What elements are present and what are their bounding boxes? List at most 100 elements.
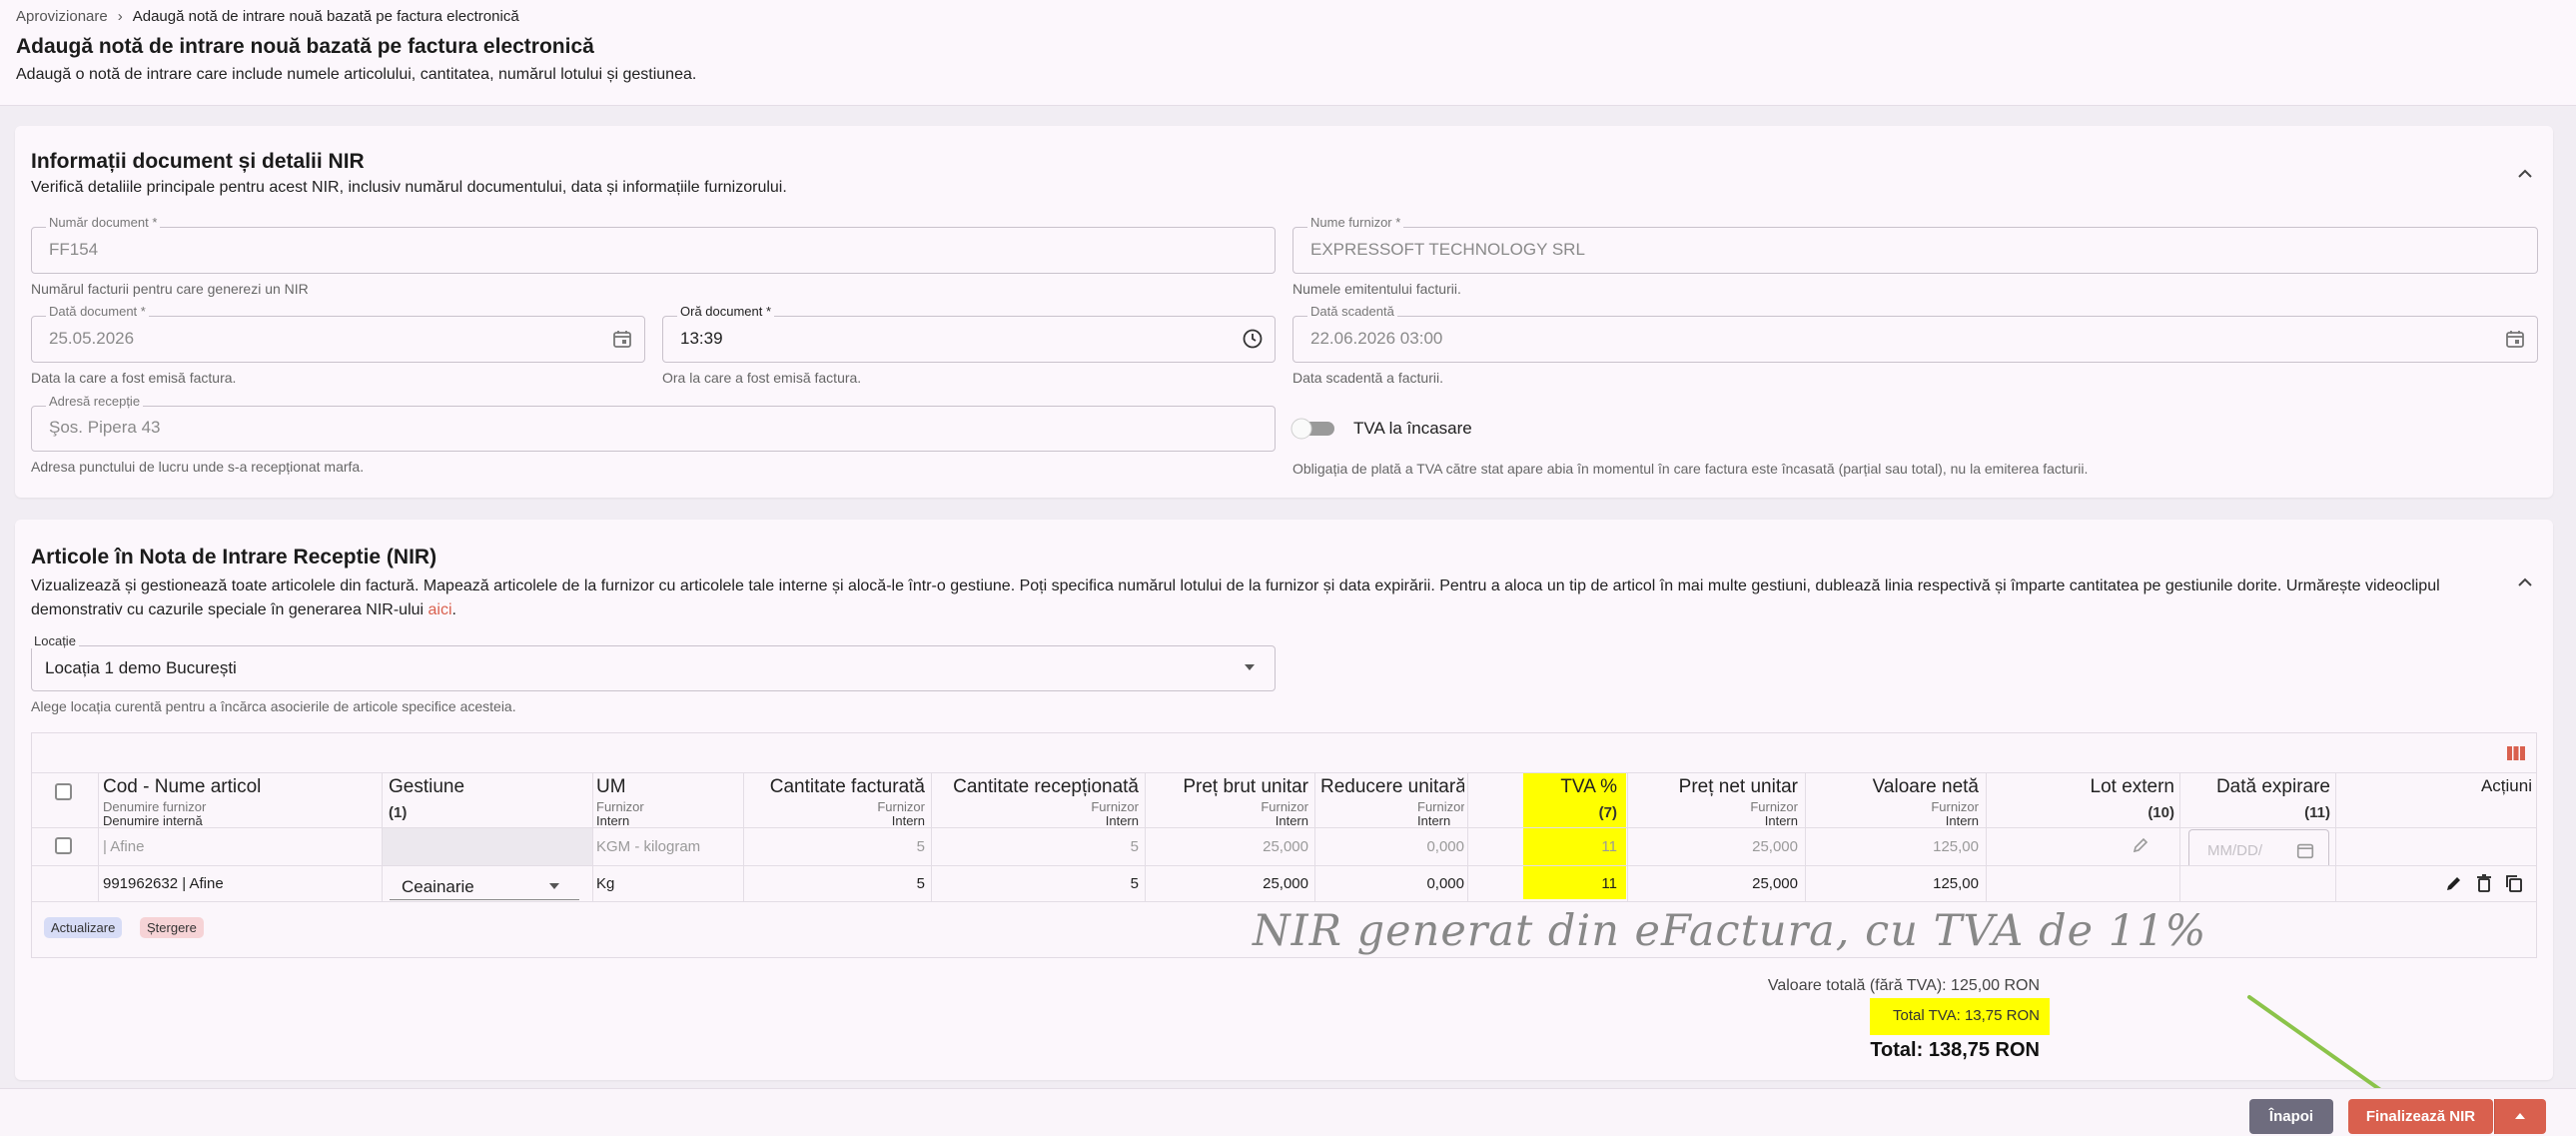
breadcrumb-parent[interactable]: Aprovizionare bbox=[16, 8, 108, 25]
col-header-external-lot[interactable]: Lot extern bbox=[2091, 776, 2175, 798]
calendar-icon[interactable] bbox=[2295, 840, 2315, 860]
nir-annotation: NIR generat din eFactura, cu TVA de 11% bbox=[1253, 906, 2207, 956]
col-header-gestiune[interactable]: Gestiune bbox=[389, 776, 464, 798]
col-header-name[interactable]: Cod - Nume articol bbox=[103, 776, 261, 798]
vat-on-collection-toggle[interactable] bbox=[1290, 418, 1338, 440]
calendar-icon[interactable] bbox=[2504, 328, 2526, 350]
doc-number-help: Numărul facturii pentru care generezi un… bbox=[31, 281, 309, 297]
dropdown-arrow-icon[interactable] bbox=[1242, 661, 1258, 673]
total-amount: Total: 138,75 RON bbox=[1870, 1039, 2040, 1061]
col-divider bbox=[98, 773, 99, 901]
supplier-value: EXPRESSOFT TECHNOLOGY SRL bbox=[1310, 240, 1585, 259]
col-header-discount-sub2: Intern bbox=[1417, 813, 1451, 827]
clock-icon[interactable] bbox=[1242, 328, 1264, 350]
location-help: Alege locația curentă pentru a încărca a… bbox=[31, 698, 516, 714]
dropdown-arrow-icon[interactable] bbox=[547, 881, 561, 891]
col-header-gross-price[interactable]: Preț brut unitar bbox=[1183, 776, 1308, 798]
col-divider bbox=[1467, 773, 1468, 901]
page-title: Adaugă notă de intrare nouă bazată pe fa… bbox=[16, 35, 594, 58]
vat-on-collection-help: Obligația de plată a TVA către stat apar… bbox=[1292, 461, 2089, 477]
col-divider bbox=[1145, 773, 1146, 901]
supplier-item-name: | Afine bbox=[103, 838, 145, 855]
col-header-um-sub1: Furnizor bbox=[596, 799, 644, 814]
expiry-date-input[interactable]: MM/DD/ bbox=[2188, 829, 2329, 865]
col-header-um[interactable]: UM bbox=[596, 776, 626, 798]
col-header-qty-received[interactable]: Cantitate recepționată bbox=[953, 776, 1139, 798]
col-header-net-value[interactable]: Valoare netă bbox=[1873, 776, 1979, 798]
internal-item-name[interactable]: 991962632 | Afine bbox=[103, 875, 224, 892]
doc-number-value: FF154 bbox=[49, 240, 99, 259]
address-help: Adresa punctului de lucru unde s-a recep… bbox=[31, 459, 365, 475]
expiry-date-placeholder: MM/DD/ bbox=[2207, 842, 2262, 859]
edit-icon[interactable] bbox=[2444, 873, 2464, 893]
supplier-net-price: 25,000 bbox=[1752, 838, 1798, 855]
supplier-net-value: 125,00 bbox=[1933, 838, 1979, 855]
pencil-icon[interactable] bbox=[2131, 835, 2150, 855]
due-date-value: 22.06.2026 03:00 bbox=[1310, 329, 1443, 348]
doc-date-label: Dată document * bbox=[46, 305, 149, 319]
select-all-checkbox[interactable] bbox=[55, 783, 72, 800]
collapse-chevron-icon[interactable] bbox=[2513, 570, 2537, 594]
video-link[interactable]: aici bbox=[429, 601, 452, 618]
col-header-net-price[interactable]: Preț net unitar bbox=[1679, 776, 1798, 798]
internal-gross-price: 25,000 bbox=[1263, 875, 1308, 892]
address-value: Şos. Pipera 43 bbox=[49, 418, 161, 437]
collapse-chevron-icon[interactable] bbox=[2513, 162, 2537, 186]
col-header-qty-received-sub1: Furnizor bbox=[1091, 799, 1139, 814]
items-section-description: Vizualizează și gestionează toate artico… bbox=[31, 577, 2440, 618]
address-field[interactable] bbox=[31, 406, 1276, 452]
columns-toggle-icon[interactable] bbox=[2505, 742, 2527, 764]
col-header-net-price-sub1: Furnizor bbox=[1750, 799, 1798, 814]
col-header-discount[interactable]: Reducere unitară bbox=[1320, 776, 1464, 798]
col-divider bbox=[1986, 773, 1987, 901]
col-header-expiry[interactable]: Dată expirare bbox=[2216, 776, 2330, 798]
breadcrumb-separator: › bbox=[117, 8, 123, 25]
total-vat: Total TVA: 13,75 RON bbox=[1892, 1007, 2040, 1024]
col-divider bbox=[2179, 773, 2180, 901]
doc-number-field[interactable] bbox=[31, 227, 1276, 274]
back-button[interactable]: Înapoi bbox=[2249, 1099, 2333, 1134]
table-divider bbox=[32, 901, 2536, 902]
gestiune-supplier-cell bbox=[383, 828, 592, 865]
col-header-gross-price-sub2: Intern bbox=[1275, 813, 1308, 828]
internal-discount: 0,000 bbox=[1426, 875, 1464, 892]
row-checkbox[interactable] bbox=[55, 837, 72, 854]
gestiune-value: Ceainarie bbox=[402, 877, 474, 896]
finalize-options-button[interactable] bbox=[2494, 1099, 2546, 1134]
supplier-label: Nume furnizor * bbox=[1307, 216, 1404, 230]
footer-bar bbox=[0, 1088, 2576, 1136]
col-header-vat[interactable]: TVA % bbox=[1560, 776, 1617, 798]
col-header-discount-sub1: Furnizor bbox=[1417, 799, 1464, 814]
supplier-vat: 11 bbox=[1601, 838, 1617, 855]
due-date-field[interactable] bbox=[1292, 316, 2538, 363]
duplicate-icon[interactable] bbox=[2504, 873, 2524, 893]
col-header-net-price-sub2: Intern bbox=[1764, 813, 1798, 828]
delete-icon[interactable] bbox=[2474, 873, 2494, 893]
col-header-qty-invoiced-sub1: Furnizor bbox=[877, 799, 925, 814]
col-divider bbox=[592, 773, 593, 901]
finalize-nir-button[interactable]: Finalizează NIR bbox=[2348, 1099, 2493, 1134]
page-subtitle: Adaugă o notă de intrare care include nu… bbox=[16, 66, 697, 83]
supplier-help: Numele emitentului facturii. bbox=[1292, 281, 1461, 297]
doc-time-field[interactable] bbox=[662, 316, 1276, 363]
internal-qty-invoiced: 5 bbox=[916, 875, 925, 892]
doc-time-help: Ora la care a fost emisă factura. bbox=[662, 370, 862, 386]
col-header-qty-invoiced-sub2: Intern bbox=[891, 813, 925, 828]
items-section-title: Articole în Nota de Intrare Receptie (NI… bbox=[31, 546, 437, 568]
col-header-qty-invoiced[interactable]: Cantitate facturată bbox=[770, 776, 925, 798]
col-header-vat-sub: (7) bbox=[1598, 804, 1617, 821]
items-description-text: Vizualizează și gestionează toate artico… bbox=[31, 577, 2440, 618]
internal-qty-received[interactable]: 5 bbox=[1131, 875, 1139, 892]
col-divider bbox=[1805, 773, 1806, 901]
internal-net-price: 25,000 bbox=[1752, 875, 1798, 892]
caret-up-icon bbox=[2515, 1113, 2525, 1119]
supplier-qty-received: 5 bbox=[1130, 838, 1139, 855]
location-value: Locația 1 demo București bbox=[45, 658, 237, 677]
calendar-icon[interactable] bbox=[611, 328, 633, 350]
document-section-description: Verifică detaliile principale pentru ace… bbox=[31, 179, 787, 196]
supplier-gross-price: 25,000 bbox=[1263, 838, 1308, 855]
col-header-qty-received-sub2: Intern bbox=[1105, 813, 1139, 828]
col-header-net-value-sub1: Furnizor bbox=[1931, 799, 1979, 814]
due-date-label: Dată scadentă bbox=[1307, 305, 1397, 319]
vat-on-collection-label: TVA la încasare bbox=[1353, 419, 1472, 438]
